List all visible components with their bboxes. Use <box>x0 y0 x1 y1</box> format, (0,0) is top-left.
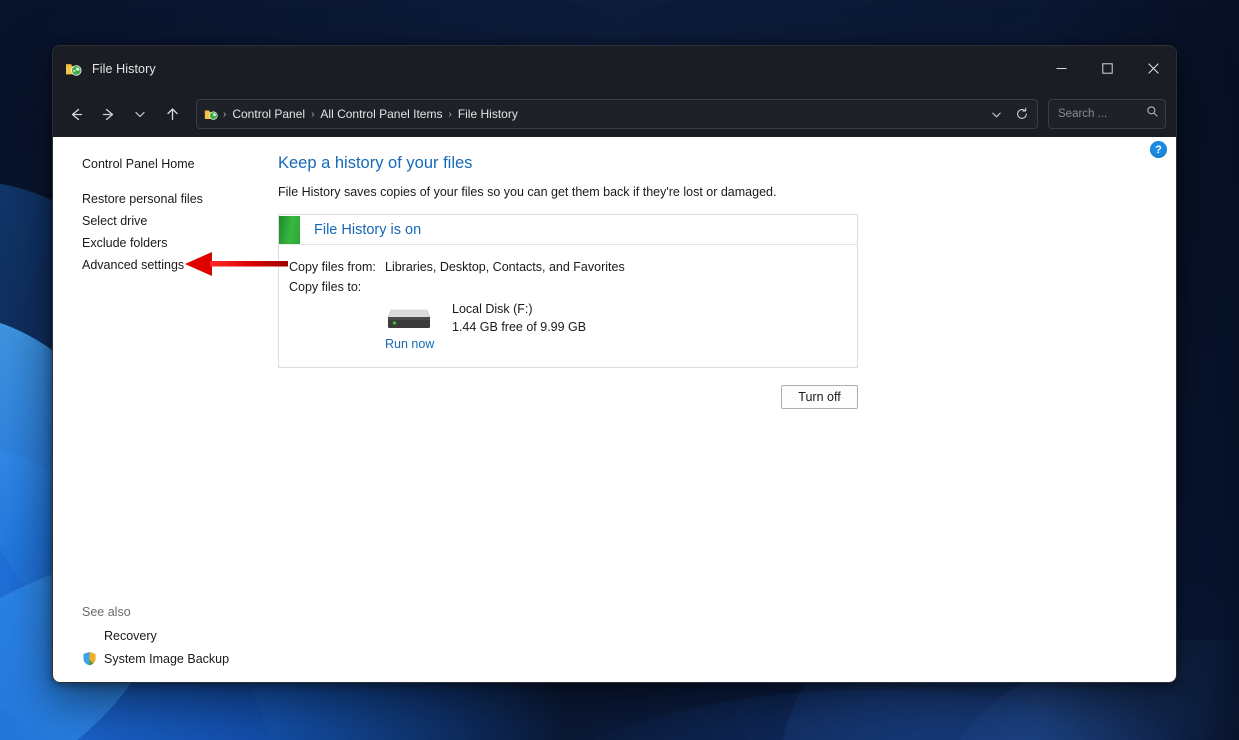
back-button[interactable] <box>61 99 91 129</box>
refresh-icon[interactable] <box>1009 101 1035 127</box>
file-history-icon <box>65 60 83 78</box>
search-icon[interactable] <box>1146 105 1159 123</box>
copy-from-row: Copy files from: Libraries, Desktop, Con… <box>279 257 857 277</box>
file-history-window: File History › Control Panel › All Contr… <box>52 45 1177 683</box>
breadcrumb-file-history[interactable]: File History <box>453 104 523 124</box>
run-now-link[interactable]: Run now <box>385 337 434 351</box>
help-button[interactable]: ? <box>1150 141 1167 158</box>
search-input[interactable] <box>1058 108 1146 120</box>
see-also-row: Recovery <box>82 624 278 647</box>
close-button[interactable] <box>1130 46 1176 91</box>
breadcrumb-all-control-panel-items[interactable]: All Control Panel Items <box>315 104 447 124</box>
window-title: File History <box>92 61 156 76</box>
action-button-row: Turn off <box>278 385 858 409</box>
status-indicator <box>279 215 300 244</box>
recent-locations-button[interactable] <box>125 99 155 129</box>
maximize-button[interactable] <box>1084 46 1130 91</box>
sidebar-item-system-image-backup[interactable]: System Image Backup <box>104 648 229 670</box>
left-task-pane: Control Panel Home Restore personal file… <box>53 137 278 682</box>
status-panel-header: File History is on <box>279 215 857 245</box>
target-drive: Local Disk (F:) 1.44 GB free of 9.99 GB <box>279 301 857 335</box>
copy-from-value: Libraries, Desktop, Contacts, and Favori… <box>385 260 625 274</box>
see-also-section: See also Recovery System Image Backup <box>82 601 278 682</box>
title-bar[interactable]: File History <box>53 46 1176 91</box>
forward-button[interactable] <box>93 99 123 129</box>
main-pane: ? Keep a history of your files File Hist… <box>278 137 1176 682</box>
copy-to-row: Copy files to: <box>279 277 857 297</box>
sidebar-item-select-drive[interactable]: Select drive <box>82 210 147 232</box>
status-text: File History is on <box>314 221 422 238</box>
turn-off-button[interactable]: Turn off <box>781 385 858 409</box>
sidebar-item-control-panel-home[interactable]: Control Panel Home <box>82 153 195 175</box>
sidebar-item-restore-personal-files[interactable]: Restore personal files <box>82 188 203 210</box>
breadcrumb-control-panel[interactable]: Control Panel <box>227 104 310 124</box>
sidebar-item-recovery[interactable]: Recovery <box>104 625 157 647</box>
copy-to-label: Copy files to: <box>289 280 362 294</box>
address-bar[interactable]: › Control Panel › All Control Panel Item… <box>196 99 1038 129</box>
sidebar-item-advanced-settings[interactable]: Advanced settings <box>82 254 184 276</box>
copy-from-label: Copy files from: <box>289 260 376 274</box>
status-panel: File History is on Copy files from: Libr… <box>278 214 858 368</box>
sidebar-item-exclude-folders[interactable]: Exclude folders <box>82 232 167 254</box>
drive-free-space: 1.44 GB free of 9.99 GB <box>452 320 587 334</box>
content-pane: Control Panel Home Restore personal file… <box>53 137 1176 682</box>
breadcrumb-control-panel-icon <box>204 107 219 122</box>
navigation-toolbar: › Control Panel › All Control Panel Item… <box>53 91 1176 137</box>
window-controls <box>1038 46 1176 91</box>
drive-info: Local Disk (F:) 1.44 GB free of 9.99 GB <box>452 301 586 335</box>
page-subtitle: File History saves copies of your files … <box>278 185 777 199</box>
up-button[interactable] <box>157 99 187 129</box>
address-history-dropdown-icon[interactable] <box>983 101 1009 127</box>
search-box[interactable] <box>1048 99 1166 129</box>
see-also-heading: See also <box>82 605 131 619</box>
shield-icon <box>82 651 97 666</box>
see-also-row: System Image Backup <box>82 647 278 670</box>
drive-name: Local Disk (F:) <box>452 302 533 316</box>
external-drive-icon <box>385 304 433 334</box>
status-panel-body: Copy files from: Libraries, Desktop, Con… <box>279 245 857 367</box>
minimize-button[interactable] <box>1038 46 1084 91</box>
page-title: Keep a history of your files <box>278 154 473 172</box>
